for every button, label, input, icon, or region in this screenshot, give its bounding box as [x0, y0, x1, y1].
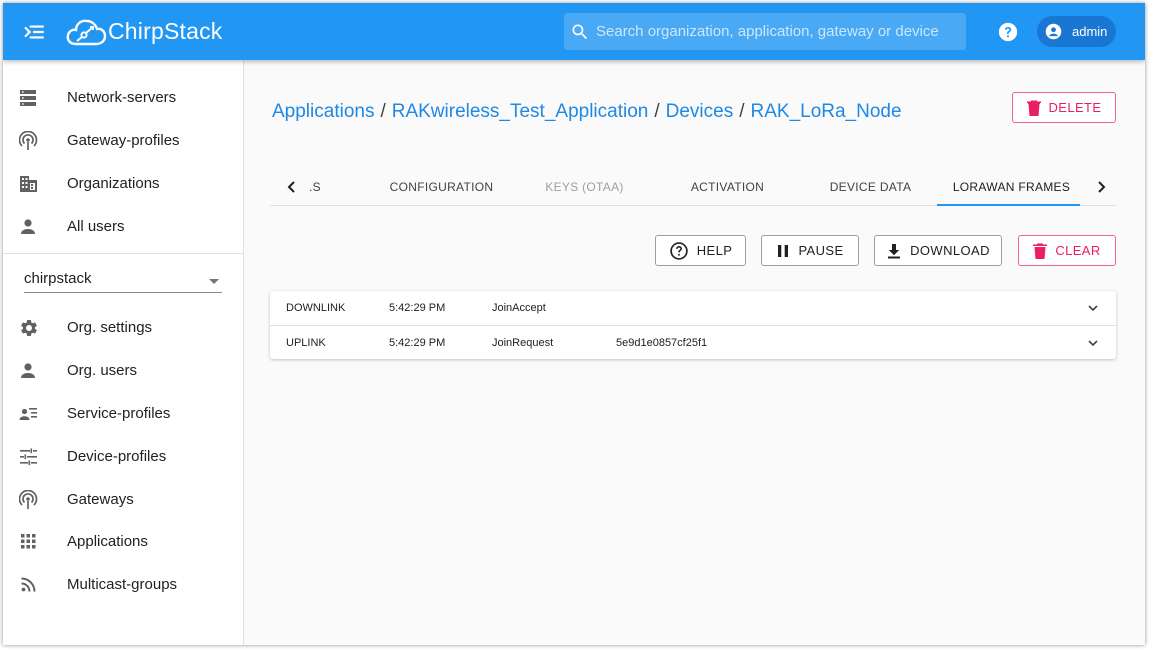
app-window: ChirpStack admin [3, 3, 1145, 645]
download-icon [888, 243, 901, 258]
account-details-icon [19, 408, 37, 420]
help-outline-icon [669, 241, 688, 260]
frame-time: 5:42:29 PM [389, 302, 446, 314]
organization-select-value: chirpstack [24, 270, 92, 287]
building-icon [20, 176, 37, 192]
sidebar-item-all-users[interactable]: All users [3, 206, 243, 248]
frame-direction: DOWNLINK [286, 302, 346, 314]
sidebar-item-organizations[interactable]: Organizations [3, 163, 243, 205]
sidebar-item-label: Gateway-profiles [67, 132, 180, 149]
sidebar-item-multicast-groups[interactable]: Multicast-groups [3, 564, 243, 606]
frame-type: JoinRequest [492, 337, 554, 349]
brand-name: ChirpStack [108, 18, 223, 44]
breadcrumb-link-applications[interactable]: Applications [272, 101, 374, 122]
sidebar-item-device-profiles[interactable]: Device-profiles [3, 436, 243, 478]
breadcrumb-separator: / [654, 101, 660, 122]
tab-activation[interactable]: ACTIVATION [656, 169, 799, 206]
user-menu-button[interactable]: admin [1037, 16, 1116, 47]
delete-button-label: DELETE [1048, 100, 1102, 115]
frame-row[interactable]: UPLINK 5:42:29 PM JoinRequest 5e9d1e0857… [270, 325, 1116, 359]
chirpstack-logo-icon [66, 19, 107, 46]
tab-details[interactable]: .S [304, 169, 326, 206]
rss-icon [21, 577, 36, 592]
chevron-right-icon[interactable] [1093, 179, 1109, 195]
help-circle-icon [998, 22, 1018, 42]
apps-grid-icon [21, 534, 36, 549]
antenna-icon [19, 131, 38, 150]
person-icon [21, 219, 35, 234]
sidebar-item-label: Applications [67, 533, 148, 550]
search-box[interactable] [564, 13, 966, 50]
breadcrumb-separator: / [739, 101, 745, 122]
sidebar-item-gateway-profiles[interactable]: Gateway-profiles [3, 120, 243, 162]
account-circle-icon [1045, 23, 1062, 40]
sidebar-item-label: Network-servers [67, 89, 177, 106]
sidebar-item-org-settings[interactable]: Org. settings [3, 307, 243, 349]
expand-chevron-icon[interactable] [1087, 302, 1099, 314]
lorawan-frames-list: DOWNLINK 5:42:29 PM JoinAccept UPLINK 5:… [270, 291, 1116, 359]
delete-device-button[interactable]: DELETE [1012, 92, 1116, 123]
sidebar-divider [3, 253, 243, 254]
username-label: admin [1072, 24, 1108, 39]
collapse-menu-button[interactable] [21, 19, 47, 45]
breadcrumb-current-device: RAK_LoRa_Node [750, 101, 902, 122]
trash-icon [1033, 243, 1048, 259]
help-button-label: HELP [696, 243, 733, 258]
gear-icon [21, 320, 37, 336]
sidebar-item-network-servers[interactable]: Network-servers [3, 77, 243, 119]
breadcrumb-separator: / [380, 101, 386, 122]
menu-open-icon [24, 25, 44, 39]
organization-select[interactable]: chirpstack [24, 268, 222, 293]
search-icon [572, 24, 588, 40]
person-icon [21, 363, 35, 378]
clear-button[interactable]: CLEAR [1018, 235, 1116, 266]
pause-button-label: PAUSE [798, 243, 844, 258]
device-tabs: .S CONFIGURATION KEYS (OTAA) ACTIVATION … [270, 169, 1116, 206]
sidebar-item-label: Gateways [67, 491, 134, 508]
frame-dev-eui: 5e9d1e0857cf25f1 [616, 337, 708, 349]
sidebar-item-label: Device-profiles [67, 448, 167, 465]
search-input[interactable] [596, 13, 956, 50]
breadcrumb: Applications / RAKwireless_Test_Applicatio… [272, 101, 902, 123]
sidebar-item-label: Service-profiles [67, 405, 171, 422]
breadcrumb-link-devices[interactable]: Devices [666, 101, 734, 122]
clear-button-label: CLEAR [1055, 243, 1101, 258]
dropdown-arrow-icon [209, 279, 219, 284]
frame-time: 5:42:29 PM [389, 337, 446, 349]
tab-lorawan-frames[interactable]: LORAWAN FRAMES [940, 169, 1083, 206]
sidebar-item-gateways[interactable]: Gateways [3, 479, 243, 521]
frame-row[interactable]: DOWNLINK 5:42:29 PM JoinAccept [270, 291, 1116, 325]
frame-type: JoinAccept [492, 302, 546, 314]
sidebar-item-label: Multicast-groups [67, 576, 178, 593]
sidebar-item-label: All users [67, 218, 125, 235]
server-icon [20, 90, 36, 106]
frame-direction: UPLINK [286, 337, 326, 349]
chevron-left-icon[interactable] [284, 179, 300, 195]
sidebar-item-label: Organizations [67, 175, 160, 192]
tab-device-data[interactable]: DEVICE DATA [799, 169, 942, 206]
sidebar: Network-servers Gateway-profiles Organiz… [3, 60, 244, 645]
active-tab-indicator [937, 204, 1080, 206]
help-button-frames[interactable]: HELP [655, 235, 746, 266]
sidebar-item-label: Org. settings [67, 319, 153, 336]
trash-icon [1026, 100, 1041, 116]
download-button[interactable]: DOWNLOAD [874, 235, 1002, 266]
tab-configuration[interactable]: CONFIGURATION [370, 169, 513, 206]
tab-keys-otaa[interactable]: KEYS (OTAA) [513, 169, 656, 206]
sidebar-item-applications[interactable]: Applications [3, 521, 243, 563]
top-app-bar: ChirpStack admin [3, 3, 1145, 60]
sidebar-item-service-profiles[interactable]: Service-profiles [3, 393, 243, 435]
pause-icon [778, 244, 789, 257]
help-button[interactable] [997, 21, 1019, 43]
antenna-icon [19, 490, 38, 509]
download-button-label: DOWNLOAD [910, 243, 990, 258]
tune-icon [20, 448, 37, 466]
pause-button[interactable]: PAUSE [761, 235, 859, 266]
expand-chevron-icon[interactable] [1087, 337, 1099, 349]
sidebar-item-org-users[interactable]: Org. users [3, 350, 243, 392]
breadcrumb-link-application[interactable]: RAKwireless_Test_Application [392, 101, 649, 122]
sidebar-item-label: Org. users [67, 362, 138, 379]
